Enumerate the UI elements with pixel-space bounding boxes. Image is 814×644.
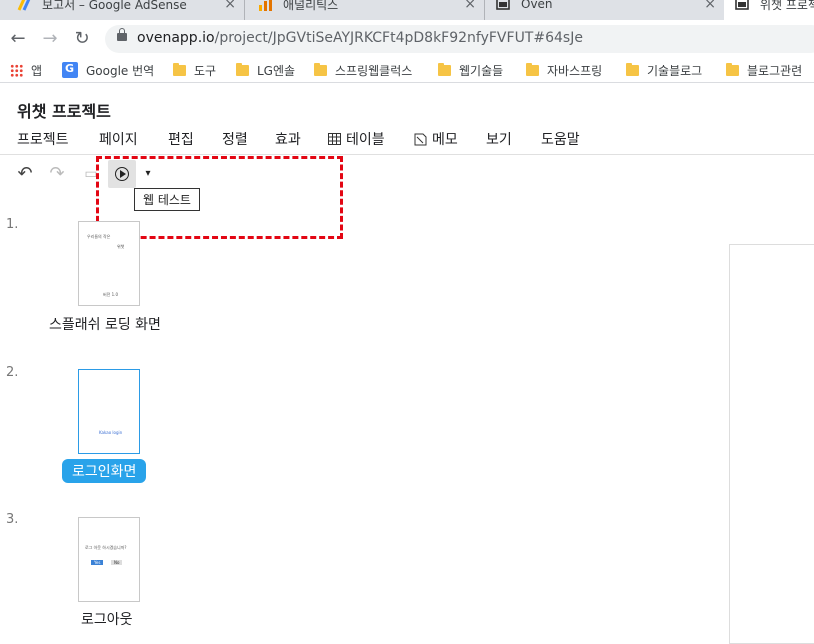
memo-icon — [414, 133, 427, 145]
menu-memo[interactable]: 메모 — [414, 129, 458, 149]
close-icon[interactable]: × — [224, 0, 236, 12]
bookmark-folder-web-tech[interactable]: 웹기술들 — [438, 61, 503, 79]
bookmark-folder-tech-blog[interactable]: 기술블로그 — [626, 61, 702, 79]
folder-icon — [526, 62, 539, 76]
bookmark-apps[interactable]: 앱 — [10, 61, 42, 79]
folder-icon — [438, 62, 451, 76]
slide-label-selected[interactable]: 로그인화면 — [62, 459, 147, 483]
tab-title: 위챗 프로젝트 — [760, 0, 814, 12]
slide-label[interactable]: 로그아웃 — [81, 609, 133, 629]
menu-view[interactable]: 보기 — [486, 129, 512, 149]
lock-icon — [117, 28, 127, 41]
analytics-icon — [257, 0, 273, 12]
redo-icon[interactable]: ↷ — [46, 163, 68, 185]
undo-icon[interactable]: ↶ — [14, 163, 36, 185]
forward-icon[interactable]: → — [40, 29, 60, 49]
slide-label[interactable]: 스플래쉬 로딩 화면 — [49, 314, 161, 334]
menu-edit[interactable]: 편집 — [168, 129, 194, 149]
browser-tab-strip: 보고서 – Google AdSense × 애널리틱스 × Oven × 위챗… — [0, 0, 814, 20]
close-icon[interactable]: × — [464, 0, 476, 12]
bookmark-folder-blog[interactable]: 블로그관련 — [726, 61, 802, 79]
oven-icon — [495, 0, 511, 12]
project-title[interactable]: 위챗 프로젝트 — [17, 98, 111, 122]
slide-thumbnail-logout[interactable]: 로그 아웃 하시겠습니까? Yes No — [78, 517, 140, 602]
table-icon — [328, 133, 341, 145]
back-icon[interactable]: ← — [8, 29, 28, 49]
tab-title: 애널리틱스 — [283, 0, 339, 12]
folder-icon — [173, 62, 186, 76]
bookmark-google-translate[interactable]: Google 번역 — [62, 61, 154, 79]
canvas-background — [200, 195, 814, 638]
menu-page[interactable]: 페이지 — [99, 129, 138, 149]
tab-title: 보고서 – Google AdSense — [42, 0, 187, 12]
menu-effects[interactable]: 효과 — [275, 129, 301, 149]
slide-thumbnail-splash[interactable]: 우리들의 작은 위챗 버전 1.0 — [78, 221, 140, 306]
bookmarks-bar: 앱 Google 번역 도구 LG엔솔 스프링웹클럭스 웹기술들 자바스프링 기… — [0, 58, 814, 83]
tab-adsense[interactable]: 보고서 – Google AdSense × — [0, 0, 244, 20]
folder-icon — [726, 62, 739, 76]
tab-analytics[interactable]: 애널리틱스 × — [244, 0, 484, 20]
bookmark-folder-spring-webflux[interactable]: 스프링웹클럭스 — [314, 61, 412, 79]
bookmark-folder-java-spring[interactable]: 자바스프링 — [526, 61, 602, 79]
address-bar[interactable]: ovenapp.io/project/JpGVtiSeAYJRKCFt4pD8k… — [105, 25, 814, 53]
slide-number: 3. — [6, 512, 19, 527]
tab-wechat-project-active[interactable]: 위챗 프로젝트 — [724, 0, 814, 20]
app-menubar: 프로젝트 페이지 편집 정렬 효과 테이블 메모 보기 도움말 — [0, 126, 814, 154]
folder-icon — [626, 62, 639, 76]
adsense-icon — [16, 0, 32, 12]
slide-number: 2. — [6, 365, 19, 380]
close-icon[interactable]: × — [704, 0, 716, 12]
menu-arrange[interactable]: 정렬 — [222, 129, 248, 149]
slide-number: 1. — [6, 217, 19, 232]
apps-grid-icon — [10, 63, 23, 77]
menu-project[interactable]: 프로젝트 — [17, 129, 69, 149]
folder-icon — [314, 62, 327, 76]
oven-icon — [734, 0, 750, 12]
bookmark-folder-lg[interactable]: LG엔솔 — [236, 61, 295, 79]
menu-help[interactable]: 도움말 — [541, 129, 580, 149]
browser-toolbar: ← → ↻ ovenapp.io/project/JpGVtiSeAYJRKCF… — [0, 20, 814, 58]
menu-table[interactable]: 테이블 — [328, 129, 385, 149]
google-translate-icon — [62, 62, 78, 78]
tab-title: Oven — [521, 0, 553, 11]
url-text: ovenapp.io/project/JpGVtiSeAYJRKCFt4pD8k… — [137, 30, 583, 46]
bookmark-folder-tools[interactable]: 도구 — [173, 61, 216, 79]
page-canvas[interactable] — [729, 244, 814, 644]
tab-oven[interactable]: Oven × — [484, 0, 724, 20]
reload-icon[interactable]: ↻ — [72, 29, 92, 49]
folder-icon — [236, 62, 249, 76]
slide-thumbnail-login[interactable]: Kakao login — [78, 369, 140, 454]
